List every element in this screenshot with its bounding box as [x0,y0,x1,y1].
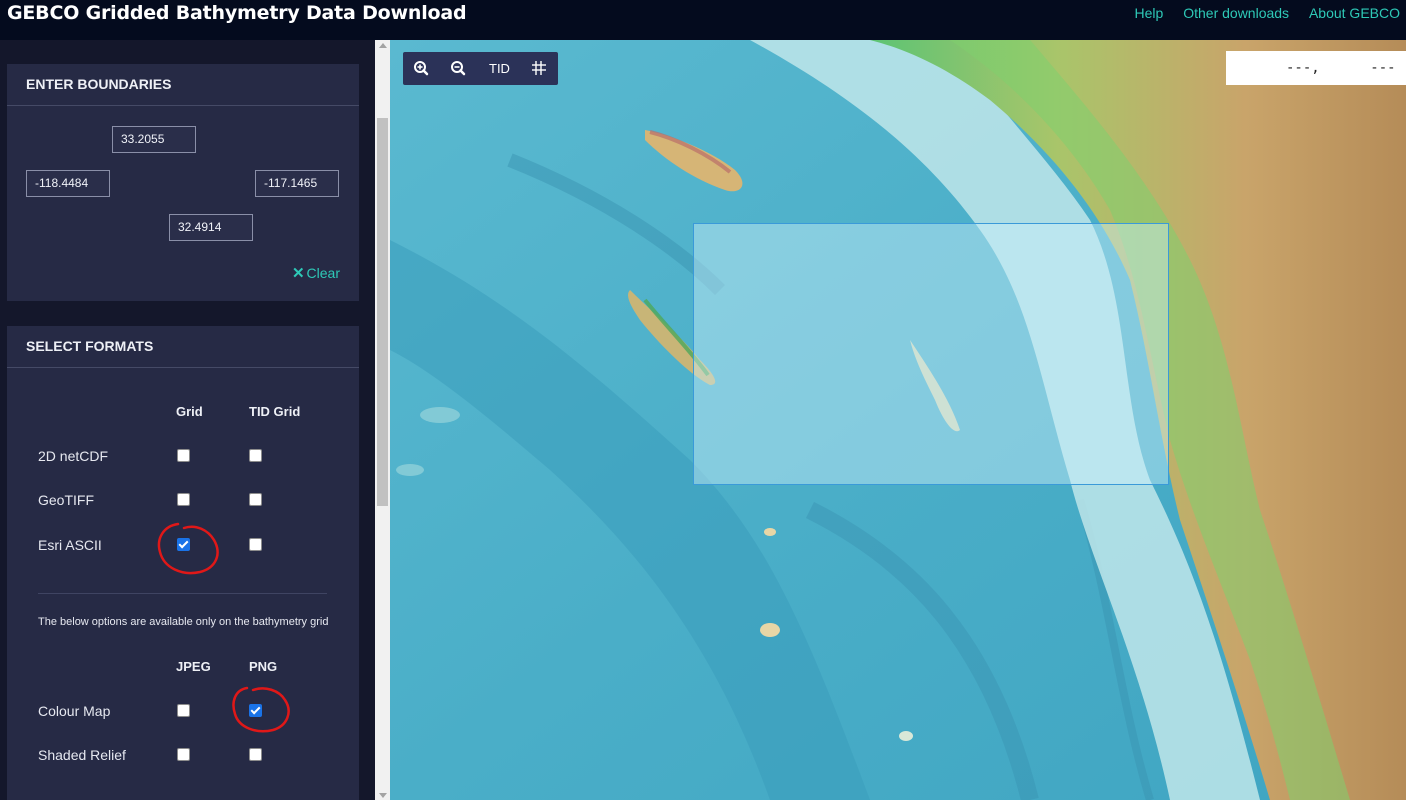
shaded-relief-png-checkbox[interactable] [249,748,262,761]
boundaries-heading: ENTER BOUNDARIES [7,64,359,106]
format-label-netcdf: 2D netCDF [38,448,109,464]
sidebar-scrollbar-thumb[interactable] [377,118,388,506]
colour-map-png-checkbox[interactable] [249,704,262,717]
tid-toggle-button[interactable]: TID [489,52,510,85]
map-toolbar: TID [403,52,558,85]
top-bar: GEBCO Gridded Bathymetry Data Download H… [0,0,1406,40]
format-label-colour-map: Colour Map [38,703,111,719]
grid-icon [532,61,546,75]
format-label-esri-ascii: Esri ASCII [38,537,102,553]
shaded-relief-jpeg-checkbox[interactable] [177,748,190,761]
zoom-in-button[interactable] [409,52,433,85]
col-header-png: PNG [249,659,278,674]
format-label-shaded-relief: Shaded Relief [38,747,126,763]
netcdf-grid-checkbox[interactable] [177,449,190,462]
north-input[interactable]: 33.2055 [112,126,196,153]
bathymetry-only-note: The below options are available only on … [38,616,329,628]
col-header-tid-grid: TID Grid [249,404,301,419]
sidebar: ENTER BOUNDARIES 33.2055 -118.4484 -117.… [0,40,375,800]
app-title: GEBCO Gridded Bathymetry Data Download [7,2,467,24]
netcdf-tid-checkbox[interactable] [249,449,262,462]
scroll-up-arrow-icon[interactable] [379,43,387,48]
geotiff-grid-checkbox[interactable] [177,493,190,506]
close-icon: ✕ [291,265,305,282]
esri-ascii-grid-checkbox[interactable] [177,538,190,551]
zoom-out-button[interactable] [446,52,470,85]
formats-panel: SELECT FORMATS Grid TID Grid 2D netCDF G… [7,326,359,800]
section-divider [38,593,327,594]
cursor-coordinates-readout: ---, --- [1226,51,1406,85]
geotiff-tid-checkbox[interactable] [249,493,262,506]
col-header-grid: Grid [176,404,203,419]
esri-ascii-tid-checkbox[interactable] [249,538,262,551]
col-header-jpeg: JPEG [176,659,211,674]
east-input[interactable]: -117.1465 [255,170,339,197]
nav-help-link[interactable]: Help [1135,5,1164,21]
selected-area-rectangle[interactable] [693,223,1169,485]
zoom-out-icon [451,61,466,76]
clear-label: Clear [306,265,340,281]
colour-map-jpeg-checkbox[interactable] [177,704,190,717]
bathymetry-map[interactable]: TID ---, --- [390,40,1406,800]
grid-toggle-button[interactable] [527,52,551,85]
nav-other-downloads-link[interactable]: Other downloads [1183,5,1289,21]
south-input[interactable]: 32.4914 [169,214,253,241]
top-nav: Help Other downloads About GEBCO [1119,5,1400,21]
formats-heading: SELECT FORMATS [7,326,359,368]
format-label-geotiff: GeoTIFF [38,492,95,508]
clear-button[interactable]: ✕ Clear [292,264,340,282]
west-input[interactable]: -118.4484 [26,170,110,197]
boundaries-panel: ENTER BOUNDARIES 33.2055 -118.4484 -117.… [7,64,359,301]
scroll-down-arrow-icon[interactable] [379,793,387,798]
nav-about-gebco-link[interactable]: About GEBCO [1309,5,1400,21]
zoom-in-icon [414,61,429,76]
